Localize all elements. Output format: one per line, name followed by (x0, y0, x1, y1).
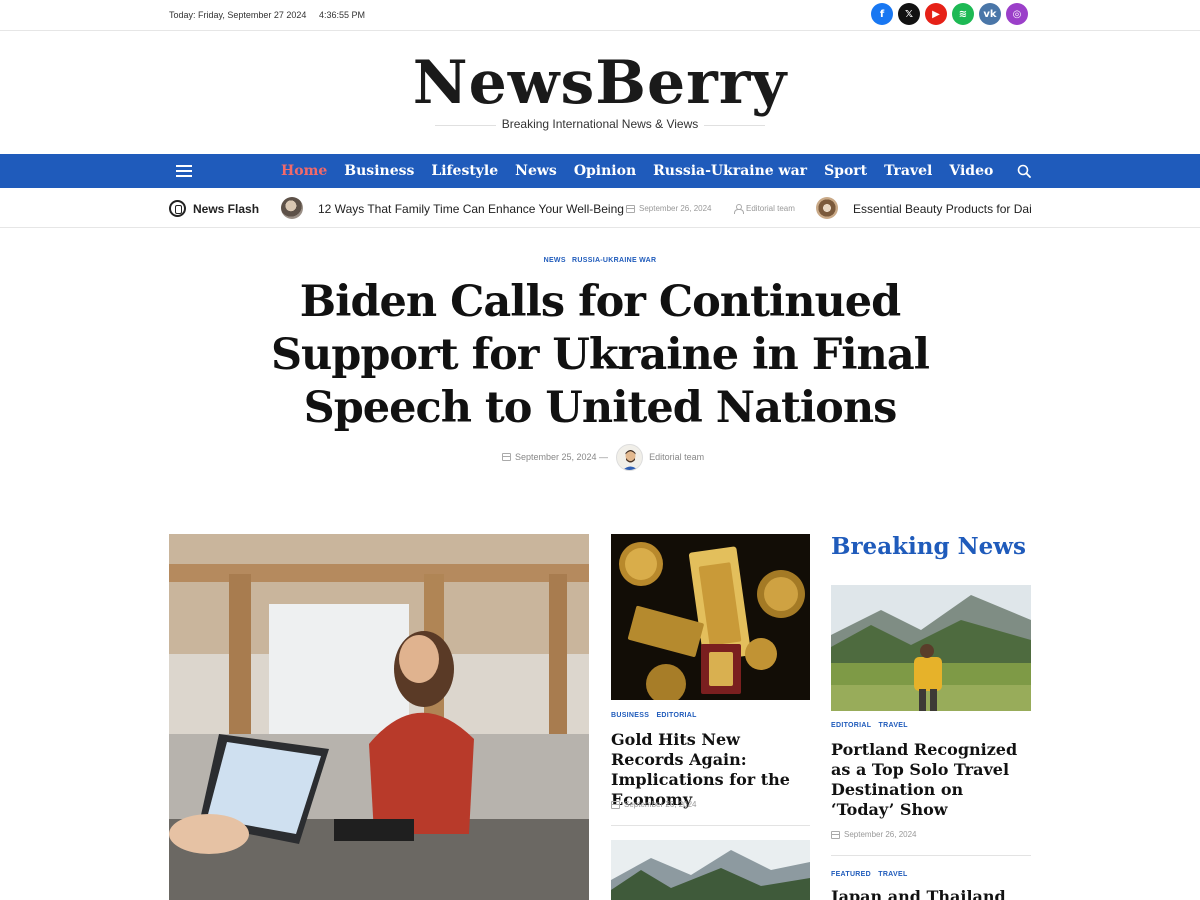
category-tag[interactable]: TRAVEL (879, 722, 908, 729)
article-date: September 25, 2024 — (515, 452, 609, 462)
nav-items: Home Business Lifestyle News Opinion Russia-U… (281, 154, 993, 188)
nav-item-travel[interactable]: Travel (884, 163, 932, 179)
user-icon (734, 204, 744, 214)
author-avatar-image (623, 449, 639, 470)
news-flash-label: News Flash (193, 202, 260, 216)
featured-image[interactable] (169, 534, 589, 900)
flash-item-date: September 26, 2024 (626, 204, 712, 213)
news-flash-icon (169, 200, 186, 217)
breaking-news-heading: Breaking News (831, 533, 1026, 560)
gold-article-image[interactable] (611, 534, 810, 700)
category-tag[interactable]: FEATURED (831, 871, 871, 878)
article-author[interactable]: Editorial team (649, 452, 704, 462)
article-meta: September 25, 2024 — Editorial team (502, 443, 704, 471)
flash-item-date-text: September 26, 2024 (639, 204, 712, 213)
spotify-icon[interactable]: ≋ (952, 3, 974, 25)
flash-thumb-1[interactable] (281, 197, 303, 219)
flash-item-author-text[interactable]: Editorial team (746, 204, 795, 213)
nav-item-news[interactable]: News (515, 163, 557, 179)
social-links: f 𝕏 ▶ ≋ vk ◎ (871, 3, 1028, 25)
category-tag[interactable]: BUSINESS (611, 712, 649, 719)
instagram-icon[interactable]: ◎ (1006, 3, 1028, 25)
current-date: Today: Friday, September 27 2024 (169, 10, 307, 20)
site-tagline-wrap: Breaking International News & Views (0, 117, 1200, 131)
portland-article-image[interactable] (831, 585, 1031, 711)
nav-item-home[interactable]: Home (281, 163, 327, 179)
author-avatar[interactable] (616, 443, 644, 471)
gold-article-title[interactable]: Gold Hits New Records Again: Implication… (611, 730, 811, 810)
top-bar: Today: Friday, September 27 2024 4:36:55… (0, 0, 1200, 31)
portland-article-date-text: September 26, 2024 (844, 830, 917, 839)
current-time: 4:36:55 PM (319, 10, 366, 20)
calendar-icon (831, 830, 840, 839)
mountain-article-image[interactable] (611, 840, 810, 900)
flash-item-title[interactable]: 12 Ways That Family Time Can Enhance You… (318, 202, 624, 216)
youtube-icon[interactable]: ▶ (925, 3, 947, 25)
japan-article-categories: FEATURED TRAVEL (831, 871, 913, 878)
nav-item-russia-ukraine-war[interactable]: Russia-Ukraine war (653, 163, 807, 179)
nav-item-video[interactable]: Video (949, 163, 993, 179)
category-tag[interactable]: NEWS (544, 257, 566, 264)
divider (831, 855, 1031, 856)
x-icon[interactable]: 𝕏 (898, 3, 920, 25)
category-tag[interactable]: TRAVEL (878, 871, 907, 878)
category-tag[interactable]: RUSSIA-UKRAINE WAR (572, 257, 656, 264)
nav-item-business[interactable]: Business (344, 163, 414, 179)
category-tag[interactable]: EDITORIAL (656, 712, 696, 719)
portland-article-title[interactable]: Portland Recognized as a Top Solo Travel… (831, 740, 1031, 820)
nav-item-sport[interactable]: Sport (824, 163, 867, 179)
calendar-icon (502, 453, 511, 461)
search-icon[interactable] (1017, 164, 1031, 178)
calendar-icon (611, 800, 620, 809)
article-title: Biden Calls for Continued Support for Uk… (270, 277, 930, 433)
portland-article-categories: EDITORIAL TRAVEL (831, 722, 913, 729)
calendar-icon (626, 204, 635, 213)
menu-icon[interactable] (176, 165, 192, 177)
facebook-icon[interactable]: f (871, 3, 893, 25)
site-tagline: Breaking International News & Views (495, 117, 705, 131)
vk-icon[interactable]: vk (979, 3, 1001, 25)
hero-categories: NEWS RUSSIA-UKRAINE WAR (0, 257, 1200, 264)
divider (611, 825, 810, 826)
flash-thumb-2[interactable] (816, 197, 838, 219)
gold-article-date: September 26, 2024 (611, 800, 697, 809)
flash-item-title[interactable]: Essential Beauty Products for Daily (853, 202, 1031, 216)
nav-item-opinion[interactable]: Opinion (574, 163, 636, 179)
portland-article-date: September 26, 2024 (831, 830, 917, 839)
gold-article-categories: BUSINESS EDITORIAL (611, 712, 702, 719)
news-flash-bar: News Flash 12 Ways That Family Time Can … (0, 188, 1200, 228)
main-nav: Home Business Lifestyle News Opinion Russia-U… (0, 154, 1200, 188)
japan-article-title[interactable]: Japan and Thailand are the (831, 887, 1031, 900)
nav-item-lifestyle[interactable]: Lifestyle (431, 163, 498, 179)
gold-article-date-text: September 26, 2024 (624, 800, 697, 809)
site-logo[interactable]: NewsBerry (0, 44, 1200, 122)
category-tag[interactable]: EDITORIAL (831, 722, 871, 729)
flash-item-author: Editorial team (734, 204, 795, 214)
